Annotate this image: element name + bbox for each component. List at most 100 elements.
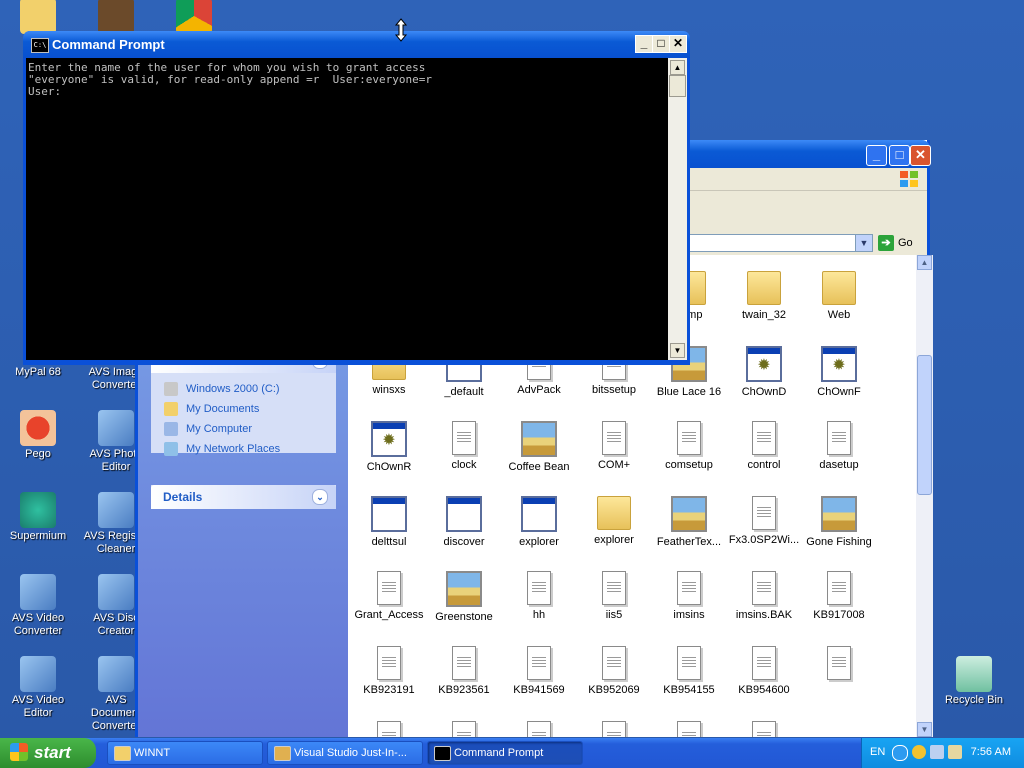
pic-icon [821,496,857,532]
desktop-icon-recycle-bin[interactable]: Recycle Bin [937,656,1011,707]
file-item[interactable]: twain_32 [725,271,803,322]
network-icon [164,442,178,456]
console-output[interactable]: Enter the name of the user for whom you … [26,58,668,360]
debugger-icon [274,746,291,761]
file-label: ChOwnD [741,386,787,398]
file-item[interactable]: Gone Fishing [800,496,878,549]
file-label: KB954155 [663,684,715,696]
cmd-title-bar[interactable]: C:\ Command Prompt _ □ ✕ [23,31,690,58]
close-button[interactable]: ✕ [910,145,931,166]
chevron-left-icon[interactable] [892,745,908,761]
folder-icon [114,746,131,761]
file-item[interactable]: KB941569 [500,646,578,697]
file-item[interactable]: clock [425,421,503,472]
file-item[interactable]: ChOwnR [350,421,428,474]
file-item[interactable]: FeatherTex... [650,496,728,549]
file-label: iis5 [605,609,623,621]
place-computer[interactable]: My Computer [151,419,336,439]
file-item[interactable]: KB923191 [350,646,428,697]
clock[interactable]: 7:56 AM [971,746,1011,758]
app-icon [446,496,482,532]
file-item[interactable]: Grant_Access [350,571,428,622]
file-item[interactable] [725,721,803,737]
shield-icon[interactable] [912,745,926,759]
file-label: Greenstone [435,611,493,623]
file-item[interactable]: Coffee Bean [500,421,578,474]
file-item[interactable]: imsins [650,571,728,622]
go-arrow-icon: ➔ [878,235,894,252]
scroll-down-icon[interactable]: ▼ [917,722,932,737]
maximize-button[interactable]: □ [889,145,910,166]
cmd-close-button[interactable]: ✕ [669,35,687,53]
file-label: KB923191 [363,684,415,696]
file-item[interactable]: Fx3.0SP2Wi... [725,496,803,547]
chevron-down-icon[interactable]: ⌄ [312,489,328,505]
file-label: hh [532,609,546,621]
place-folder[interactable]: My Documents [151,399,336,419]
start-button[interactable]: start [0,738,96,768]
file-item[interactable]: KB952069 [575,646,653,697]
file-item[interactable]: KB917008 [800,571,878,622]
scroll-up-icon[interactable]: ▲ [917,255,932,270]
file-label: winsxs [372,384,406,396]
volume-icon[interactable] [948,745,962,759]
file-item[interactable]: comsetup [650,421,728,472]
file-label: explorer [594,534,634,546]
file-item[interactable] [500,721,578,737]
scroll-down-icon[interactable]: ▼ [670,343,685,358]
place-network[interactable]: My Network Places [151,439,336,459]
cmd-minimize-button[interactable]: _ [635,35,653,53]
file-item[interactable]: delttsul [350,496,428,549]
place-drive[interactable]: Windows 2000 (C:) [151,379,336,399]
go-button[interactable]: ➔ Go [878,234,913,252]
minimize-button[interactable]: _ [866,145,887,166]
desktop-icon-pego[interactable]: Pego [1,410,75,461]
desktop-icon-avs-video-editor[interactable]: AVS Video Editor [1,656,75,720]
file-item[interactable] [650,721,728,737]
chevron-down-icon[interactable]: ▼ [855,235,872,251]
file-item[interactable]: imsins.BAK [725,571,803,622]
file-item[interactable] [350,721,428,737]
file-label: AdvPack [517,384,561,396]
file-item[interactable]: explorer [575,496,653,547]
file-label: Gone Fishing [806,536,872,548]
scroll-thumb[interactable] [917,355,932,495]
file-item[interactable]: KB923561 [425,646,503,697]
file-item[interactable] [575,721,653,737]
desktop-icon-label: Pego [25,448,51,460]
desktop-icon-avs-video-converter[interactable]: AVS Video Converter [1,574,75,638]
file-item[interactable]: ChOwnD [725,346,803,399]
taskbar-button-command-prompt[interactable]: Command Prompt [427,741,583,765]
file-item[interactable] [800,646,878,684]
cmd-maximize-button[interactable]: □ [652,35,670,53]
vertical-scrollbar[interactable]: ▲ ▼ [916,255,933,737]
file-item[interactable]: discover [425,496,503,549]
command-prompt-window[interactable]: C:\ Command Prompt _ □ ✕ Enter the name … [23,31,690,365]
desktop-icon-label: AVS Video Editor [11,694,65,719]
file-item[interactable]: ChOwnF [800,346,878,399]
scroll-up-icon[interactable]: ▲ [670,60,685,75]
file-label: _default [444,386,484,398]
file-item[interactable]: Web [800,271,878,322]
folder-icon [597,496,631,530]
file-item[interactable]: explorer [500,496,578,549]
cmd-scrollbar[interactable]: ▲ ▼ [668,58,687,360]
file-item[interactable] [425,721,503,737]
language-indicator[interactable]: EN [870,746,885,758]
file-item[interactable]: KB954155 [650,646,728,697]
file-item[interactable]: hh [500,571,578,622]
desktop-icon-supermium[interactable]: Supermium [1,492,75,543]
file-item[interactable]: control [725,421,803,472]
network-icon[interactable] [930,745,944,759]
file-item[interactable]: dasetup [800,421,878,472]
taskbar-button-winnt[interactable]: WINNT [107,741,263,765]
desktop-icon-label: Supermium [9,530,67,542]
details-header[interactable]: Details ⌄ [151,485,336,509]
file-item[interactable]: KB954600 [725,646,803,697]
taskbar-button-visual-studio-just-in[interactable]: Visual Studio Just-In-... [267,741,423,765]
cmd-scroll-thumb[interactable] [669,75,686,97]
doc-icon [677,571,701,605]
file-item[interactable]: COM+ [575,421,653,472]
file-item[interactable]: iis5 [575,571,653,622]
file-item[interactable]: Greenstone [425,571,503,624]
